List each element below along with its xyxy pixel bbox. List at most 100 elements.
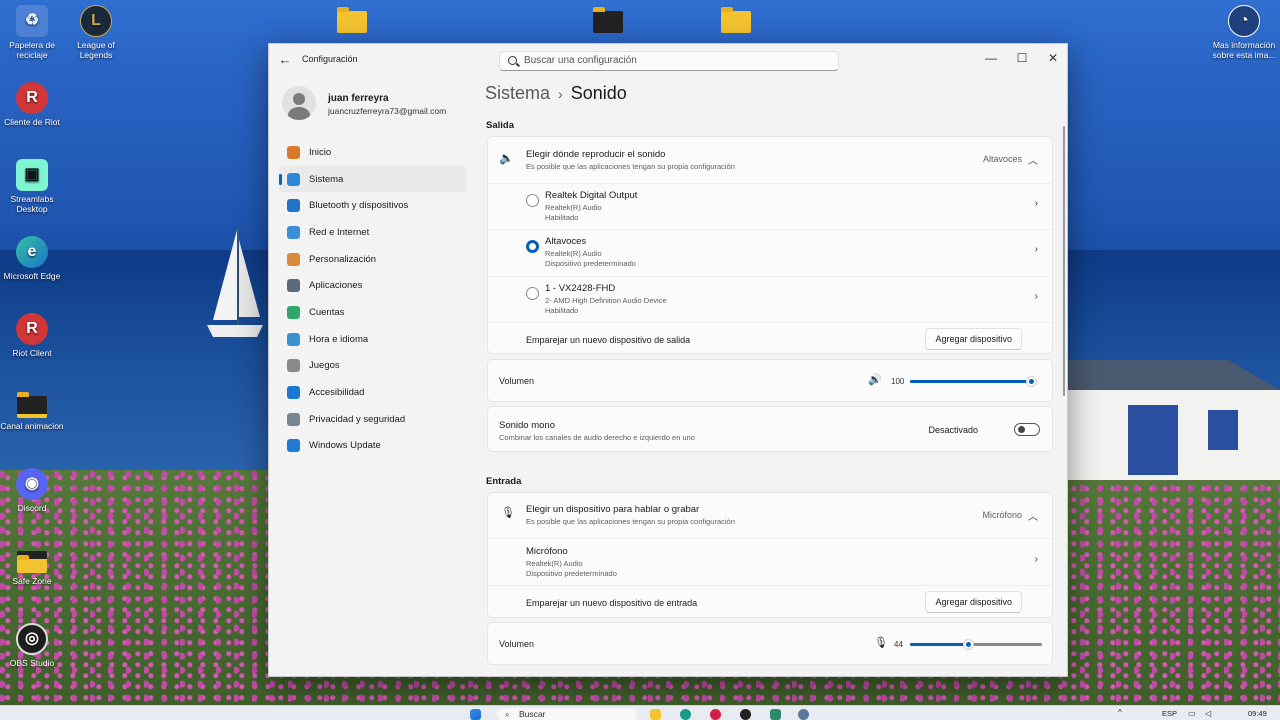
add-input-device-button[interactable]: Agregar dispositivo bbox=[925, 591, 1022, 613]
file-explorer-icon[interactable] bbox=[650, 709, 661, 720]
desktop-icon-league-of-legends[interactable]: L League of Legends bbox=[64, 5, 128, 60]
input-device-card: 🎙 Elegir un dispositivo para hablar o gr… bbox=[487, 492, 1053, 618]
maximize-button[interactable]: ☐ bbox=[1007, 48, 1037, 68]
output-device-row[interactable]: Realtek Digital Output Realtek(R) Audio … bbox=[488, 183, 1052, 229]
output-choose-row[interactable]: 🔈 Elegir dónde reproducir el sonido Es p… bbox=[488, 137, 1052, 183]
desktop-icon-discord[interactable]: ◉ Discord bbox=[0, 468, 64, 513]
desktop-icon-streamlabs[interactable]: ▣ Streamlabs Desktop bbox=[0, 159, 64, 214]
output-volume-slider[interactable] bbox=[910, 376, 1037, 387]
chevron-up-icon[interactable]: ︿ bbox=[1028, 152, 1038, 167]
desktop-icon-riot-client[interactable]: R Riot Client bbox=[0, 313, 64, 358]
input-choose-row[interactable]: 🎙 Elegir un dispositivo para hablar o gr… bbox=[488, 493, 1052, 538]
input-choose-value: Micrófono bbox=[982, 510, 1022, 520]
chevron-up-icon[interactable]: ︿ bbox=[1028, 508, 1038, 523]
volume-tray-icon[interactable]: ◁ bbox=[1205, 709, 1211, 718]
input-choose-title: Elegir un dispositivo para hablar o grab… bbox=[526, 504, 700, 515]
settings-taskbar-icon[interactable] bbox=[798, 709, 809, 720]
sidebar-item-label: Personalización bbox=[309, 253, 377, 265]
taskbar-search[interactable]: ⌕ Buscar bbox=[497, 708, 637, 720]
input-pair-label: Emparejar un nuevo dispositivo de entrad… bbox=[526, 598, 698, 608]
add-output-device-button[interactable]: Agregar dispositivo bbox=[925, 328, 1022, 350]
output-volume-card: Volumen 🔊 100 bbox=[487, 359, 1053, 402]
sidebar-item-label: Red e Internet bbox=[309, 226, 370, 238]
folder-icon bbox=[593, 7, 623, 33]
sidebar-item-sistema[interactable]: Sistema bbox=[279, 165, 467, 193]
folder-icon bbox=[17, 551, 47, 573]
mono-toggle[interactable] bbox=[1014, 423, 1040, 436]
edge-taskbar-icon[interactable] bbox=[680, 709, 691, 720]
desktop-icon-spotlight-info[interactable]: ◔ Mas información sobre esta ima... bbox=[1212, 5, 1276, 60]
desktop-icon-canal-animacion[interactable]: Canal animacion bbox=[0, 390, 64, 431]
obs-taskbar-icon[interactable] bbox=[740, 709, 751, 720]
sidebar-item-hora-e-idioma[interactable]: Hora e idioma bbox=[279, 326, 467, 353]
output-device-name: Altavoces bbox=[545, 236, 587, 247]
desktop-icon-recycle-bin[interactable]: ♻ Papelera de reciclaje bbox=[0, 5, 64, 60]
scrollbar[interactable] bbox=[1063, 126, 1065, 396]
output-device-radio[interactable] bbox=[526, 194, 539, 207]
clock[interactable]: 09:49 bbox=[1248, 709, 1267, 718]
output-volume-fill bbox=[910, 380, 1037, 383]
streamlabs-taskbar-icon[interactable] bbox=[770, 709, 781, 720]
back-arrow-icon[interactable]: ← bbox=[277, 52, 293, 68]
windows-start-icon[interactable] bbox=[470, 709, 481, 720]
input-device-row[interactable]: Micrófono Realtek(R) Audio Dispositivo p… bbox=[488, 538, 1052, 585]
sidebar-item-cuentas[interactable]: Cuentas bbox=[279, 299, 467, 326]
chevron-right-icon[interactable]: › bbox=[1035, 554, 1038, 565]
page-title: Sonido bbox=[570, 83, 627, 103]
output-choose-subtitle: Es posible que las aplicaciones tengan s… bbox=[526, 162, 735, 171]
desktop-icon-folder[interactable] bbox=[704, 5, 768, 36]
minimize-button[interactable]: — bbox=[976, 48, 1006, 68]
riot-icon: R bbox=[16, 82, 48, 114]
chevron-up-tray-icon[interactable]: ^ bbox=[1118, 708, 1122, 717]
app-title: Configuración bbox=[302, 54, 358, 64]
league-of-legends-icon: L bbox=[80, 5, 112, 37]
sidebar-item-bluetooth-y-dispositivos[interactable]: Bluetooth y dispositivos bbox=[279, 192, 467, 219]
language-indicator[interactable]: ESP bbox=[1162, 709, 1177, 718]
chevron-right-icon[interactable]: › bbox=[1035, 244, 1038, 255]
speaker-volume-icon[interactable]: 🔊 bbox=[868, 373, 882, 386]
input-section-title: Entrada bbox=[486, 476, 522, 487]
sidebar-item-aplicaciones[interactable]: Aplicaciones bbox=[279, 272, 467, 299]
sidebar-item-privacidad-y-seguridad[interactable]: Privacidad y seguridad bbox=[279, 406, 467, 433]
output-choose-value: Altavoces bbox=[982, 154, 1022, 164]
sidebar-item-windows-update[interactable]: Windows Update bbox=[279, 433, 467, 460]
output-device-radio[interactable] bbox=[526, 287, 539, 300]
input-device-driver: Realtek(R) Audio bbox=[526, 559, 583, 568]
input-volume-thumb[interactable] bbox=[963, 639, 974, 650]
sidebar-item-red-e-internet[interactable]: Red e Internet bbox=[279, 219, 467, 246]
sidebar-item-accesibilidad[interactable]: Accesibilidad bbox=[279, 379, 467, 406]
input-pair-row: Emparejar un nuevo dispositivo de entrad… bbox=[488, 585, 1052, 619]
sidebar-item-label: Accesibilidad bbox=[309, 387, 365, 399]
desktop-icon-folder[interactable] bbox=[320, 5, 384, 36]
desktop-icon-microsoft-edge[interactable]: e Microsoft Edge bbox=[0, 236, 64, 281]
speaker-icon: 🔈 bbox=[499, 151, 514, 165]
output-volume-thumb[interactable] bbox=[1026, 376, 1037, 387]
desktop-icon-folder[interactable] bbox=[576, 5, 640, 36]
input-volume-fill bbox=[910, 643, 968, 646]
input-volume-slider[interactable] bbox=[910, 639, 1042, 650]
microphone-volume-icon[interactable]: 🎙 bbox=[874, 636, 888, 649]
brush-icon bbox=[287, 252, 300, 266]
output-device-row[interactable]: 1 - VX2428-FHD 2- AMD High Definition Au… bbox=[488, 276, 1052, 322]
output-section-title: Salida bbox=[486, 120, 514, 131]
sidebar-item-label: Cuentas bbox=[309, 306, 345, 318]
app-taskbar-icon[interactable] bbox=[710, 709, 721, 720]
output-device-status: Dispositivo predeterminado bbox=[545, 259, 636, 268]
breadcrumb: Sistema › Sonido bbox=[485, 83, 627, 104]
settings-search-input[interactable]: Buscar una configuración bbox=[499, 51, 839, 71]
desktop-icon-cliente-de-riot[interactable]: R Cliente de Riot bbox=[0, 82, 64, 127]
breadcrumb-parent[interactable]: Sistema bbox=[485, 83, 550, 103]
network-icon[interactable]: ▭ bbox=[1188, 709, 1196, 718]
desktop-icon-obs-studio[interactable]: ◎ OBS Studio bbox=[0, 623, 64, 668]
sidebar-item-inicio[interactable]: Inicio bbox=[279, 139, 467, 166]
desktop-icon-safe-zone[interactable]: Safe Zone bbox=[0, 545, 64, 586]
input-volume-value: 44 bbox=[894, 640, 903, 649]
sidebar-item-juegos[interactable]: Juegos bbox=[279, 353, 467, 380]
sidebar-item-personalización[interactable]: Personalización bbox=[279, 246, 467, 273]
shield-icon bbox=[287, 412, 300, 426]
close-button[interactable]: ✕ bbox=[1038, 48, 1067, 68]
output-device-radio-selected[interactable] bbox=[526, 240, 539, 253]
chevron-right-icon[interactable]: › bbox=[1035, 291, 1038, 302]
output-device-row[interactable]: Altavoces Realtek(R) Audio Dispositivo p… bbox=[488, 229, 1052, 276]
chevron-right-icon[interactable]: › bbox=[1035, 198, 1038, 209]
